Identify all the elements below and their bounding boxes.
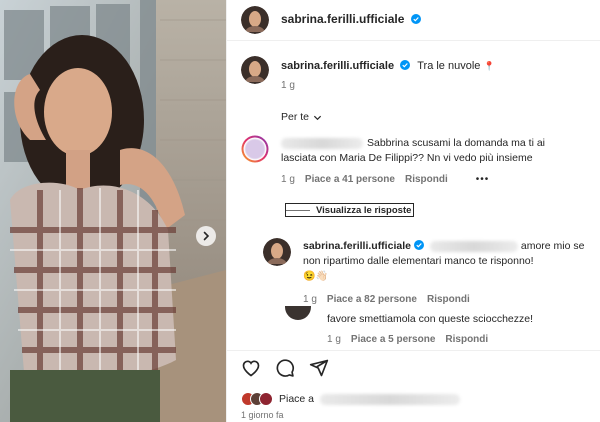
reply-author-name[interactable]: sabrina.ferilli.ufficiale (303, 240, 411, 252)
more-options-icon[interactable]: ••• (476, 174, 490, 185)
chevron-down-icon (313, 115, 322, 120)
view-replies-label: Visualizza le risposte (316, 204, 412, 216)
chevron-right-icon (203, 231, 210, 241)
comment-time: 1 g (281, 174, 295, 185)
comment-reply-button[interactable]: Rispondi (405, 174, 448, 185)
reply-avatar-partial[interactable] (285, 306, 311, 320)
post-age: 1 giorno fa (241, 410, 284, 420)
sort-dropdown[interactable]: Per te (281, 111, 322, 123)
header-divider (227, 40, 600, 41)
reply-avatar[interactable] (263, 238, 291, 266)
likes-summary[interactable]: Piace a (241, 392, 461, 406)
post-photo (0, 0, 226, 422)
author-avatar[interactable] (241, 6, 269, 34)
actions-divider (227, 350, 600, 351)
reply-time: 1 g (303, 294, 317, 305)
comment-likes-link[interactable]: Piace a 41 persone (305, 174, 395, 185)
view-replies-button[interactable]: Visualizza le risposte (285, 203, 415, 217)
likes-summary-text: Piace a (279, 393, 315, 405)
reply-text-2: favore smettiamola con queste sciocchezz… (327, 313, 534, 325)
comment-icon[interactable] (275, 358, 295, 378)
reply2-reply-button[interactable]: Rispondi (445, 334, 488, 345)
like-icon[interactable] (241, 358, 261, 378)
blurred-likers (320, 393, 461, 405)
caption-author-name[interactable]: sabrina.ferilli.ufficiale (281, 60, 394, 72)
reply-item: sabrina.ferilli.ufficiale amore mio se n… (303, 239, 593, 284)
share-icon[interactable] (309, 358, 329, 378)
reply2-likes-link[interactable]: Piace a 5 persone (351, 334, 436, 345)
header-author-name[interactable]: sabrina.ferilli.ufficiale (281, 12, 404, 26)
caption-time: 1 g (281, 80, 295, 91)
commenter-avatar[interactable] (241, 135, 269, 163)
verified-icon (413, 240, 424, 250)
verified-icon (400, 60, 411, 70)
reply-reply-button[interactable]: Rispondi (427, 294, 470, 305)
blurred-username (281, 137, 363, 149)
comment-item: Sabbrina scusami la domanda ma ti ai las… (281, 136, 581, 166)
caption-text: Tra le nuvole (417, 60, 481, 72)
post-side-panel: sabrina.ferilli.ufficiale sabrina.ferill… (226, 0, 600, 422)
caption-avatar[interactable] (241, 56, 269, 84)
reply-likes-link[interactable]: Piace a 82 persone (327, 294, 417, 305)
verified-icon (410, 14, 421, 24)
blurred-mention (429, 240, 518, 252)
liker-avatars (241, 392, 273, 406)
reply-emojis: 😉👋🏻 (303, 271, 328, 282)
next-photo-button[interactable] (196, 226, 216, 246)
replies-line (286, 209, 310, 211)
photo-illustration (0, 0, 226, 422)
pin-emoji: 📍 (483, 61, 495, 71)
sort-label: Per te (281, 111, 310, 123)
reply2-time: 1 g (327, 334, 341, 345)
